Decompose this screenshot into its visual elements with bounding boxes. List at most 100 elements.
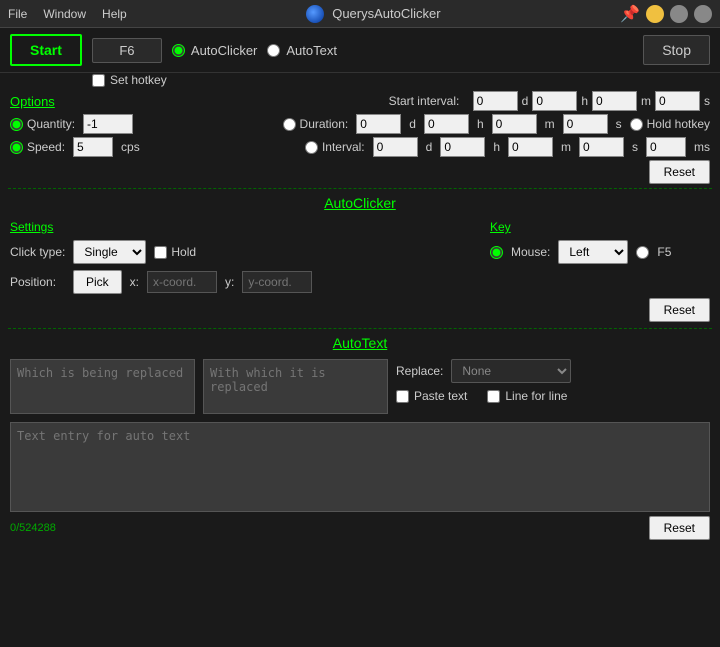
start-interval-d[interactable] (473, 91, 518, 111)
interval-d[interactable] (373, 137, 418, 157)
hold-hotkey-radio[interactable] (630, 118, 643, 131)
with-textarea[interactable] (203, 359, 388, 414)
autoclicker-radio[interactable] (172, 44, 185, 57)
start-h-unit: h (581, 94, 588, 108)
y-label: y: (225, 275, 234, 289)
int-s-unit: s (632, 140, 638, 154)
autotext-title: AutoText (10, 335, 710, 351)
options-link[interactable]: Options (10, 94, 55, 109)
window-controls: 📌 (620, 4, 712, 24)
minimize-button[interactable] (646, 5, 664, 23)
menu-help[interactable]: Help (102, 7, 127, 21)
duration-radio-group: Duration: (283, 117, 349, 131)
stop-button[interactable]: Stop (643, 35, 710, 65)
menu-window[interactable]: Window (43, 7, 86, 21)
speed-input[interactable] (73, 137, 113, 157)
quantity-input[interactable] (83, 114, 133, 134)
hold-label: Hold (171, 245, 196, 259)
dur-m-unit: m (545, 117, 555, 131)
set-hotkey-label: Set hotkey (110, 73, 167, 87)
maximize-button[interactable] (670, 5, 688, 23)
line-for-line-label: Line for line (505, 389, 567, 403)
dur-s-unit: s (616, 117, 622, 131)
interval-radio-group: Interval: (305, 140, 365, 154)
paste-text-checkbox[interactable] (396, 390, 409, 403)
hotkey-input[interactable] (92, 38, 162, 63)
hold-checkbox-group: Hold (154, 245, 196, 259)
ac-reset-button[interactable]: Reset (649, 298, 710, 322)
interval-radio[interactable] (305, 141, 318, 154)
interval-h[interactable] (440, 137, 485, 157)
replace-area: Replace: None All First Paste text Line … (396, 359, 710, 414)
int-m-unit: m (561, 140, 571, 154)
duration-label: Duration: (300, 117, 349, 131)
paste-text-group: Paste text (396, 389, 467, 403)
at-top-row: Replace: None All First Paste text Line … (10, 359, 710, 414)
char-counter: 0/524288 (10, 522, 56, 534)
app-icon (306, 5, 324, 23)
menu-file[interactable]: File (8, 7, 27, 21)
click-type-label: Click type: (10, 245, 65, 259)
autotext-radio[interactable] (267, 44, 280, 57)
hold-hotkey-group: Hold hotkey (630, 117, 710, 131)
dur-h-unit: h (477, 117, 484, 131)
speed-radio-group: Speed: (10, 140, 65, 154)
autotext-radio-label: AutoText (286, 43, 337, 58)
interval-ms[interactable] (646, 137, 686, 157)
pin-icon[interactable]: 📌 (620, 4, 640, 24)
quantity-radio-group: Quantity: (10, 117, 75, 131)
quantity-label: Quantity: (27, 117, 75, 131)
start-interval-m[interactable] (592, 91, 637, 111)
close-button[interactable] (694, 5, 712, 23)
hold-checkbox[interactable] (154, 246, 167, 259)
x-coord-input[interactable] (147, 271, 217, 293)
start-s-unit: s (704, 94, 710, 108)
interval-m[interactable] (508, 137, 553, 157)
position-label: Position: (10, 275, 65, 289)
paste-text-label: Paste text (414, 389, 467, 403)
start-m-unit: m (641, 94, 651, 108)
f5-radio[interactable] (636, 246, 649, 259)
at-reset-button[interactable]: Reset (649, 516, 710, 540)
app-title: QuerysAutoClicker (332, 6, 440, 21)
speed-radio[interactable] (10, 141, 23, 154)
duration-m[interactable] (492, 114, 537, 134)
start-interval-h[interactable] (532, 91, 577, 111)
duration-radio[interactable] (283, 118, 296, 131)
at-check-row: Paste text Line for line (396, 389, 710, 403)
which-textarea[interactable] (10, 359, 195, 414)
autoclicker-radio-group: AutoClicker (172, 43, 257, 58)
start-button[interactable]: Start (10, 34, 82, 66)
settings-label: Settings (10, 220, 53, 234)
options-reset-button[interactable]: Reset (649, 160, 710, 184)
line-for-line-checkbox[interactable] (487, 390, 500, 403)
dur-d-unit: d (409, 117, 416, 131)
interval-s[interactable] (579, 137, 624, 157)
y-coord-input[interactable] (242, 271, 312, 293)
titlebar: File Window Help QuerysAutoClicker 📌 (0, 0, 720, 28)
mouse-select[interactable]: Left Right Middle (558, 240, 628, 264)
autoclicker-title: AutoClicker (10, 195, 710, 211)
key-label: Key (490, 220, 511, 234)
click-type-select[interactable]: Single Double Triple (73, 240, 146, 264)
quantity-radio[interactable] (10, 118, 23, 131)
pick-button[interactable]: Pick (73, 270, 122, 294)
options-section: Options Start interval: d h m s Quantity… (0, 91, 720, 188)
set-hotkey-row: Set hotkey (0, 73, 720, 91)
duration-h[interactable] (424, 114, 469, 134)
autoclicker-radio-label: AutoClicker (191, 43, 257, 58)
start-d-unit: d (522, 94, 529, 108)
replace-select[interactable]: None All First (451, 359, 571, 383)
x-label: x: (130, 275, 139, 289)
interval-label: Interval: (322, 140, 365, 154)
duration-s[interactable] (563, 114, 608, 134)
duration-d[interactable] (356, 114, 401, 134)
mouse-radio[interactable] (490, 246, 503, 259)
start-interval-s[interactable] (655, 91, 700, 111)
autoclicker-section: AutoClicker Settings Click type: Single … (0, 189, 720, 328)
title-center: QuerysAutoClicker (127, 5, 620, 23)
replace-row: Replace: None All First (396, 359, 710, 383)
text-entry-textarea[interactable] (10, 422, 710, 512)
speed-unit: cps (121, 140, 140, 154)
set-hotkey-checkbox[interactable] (92, 74, 105, 87)
